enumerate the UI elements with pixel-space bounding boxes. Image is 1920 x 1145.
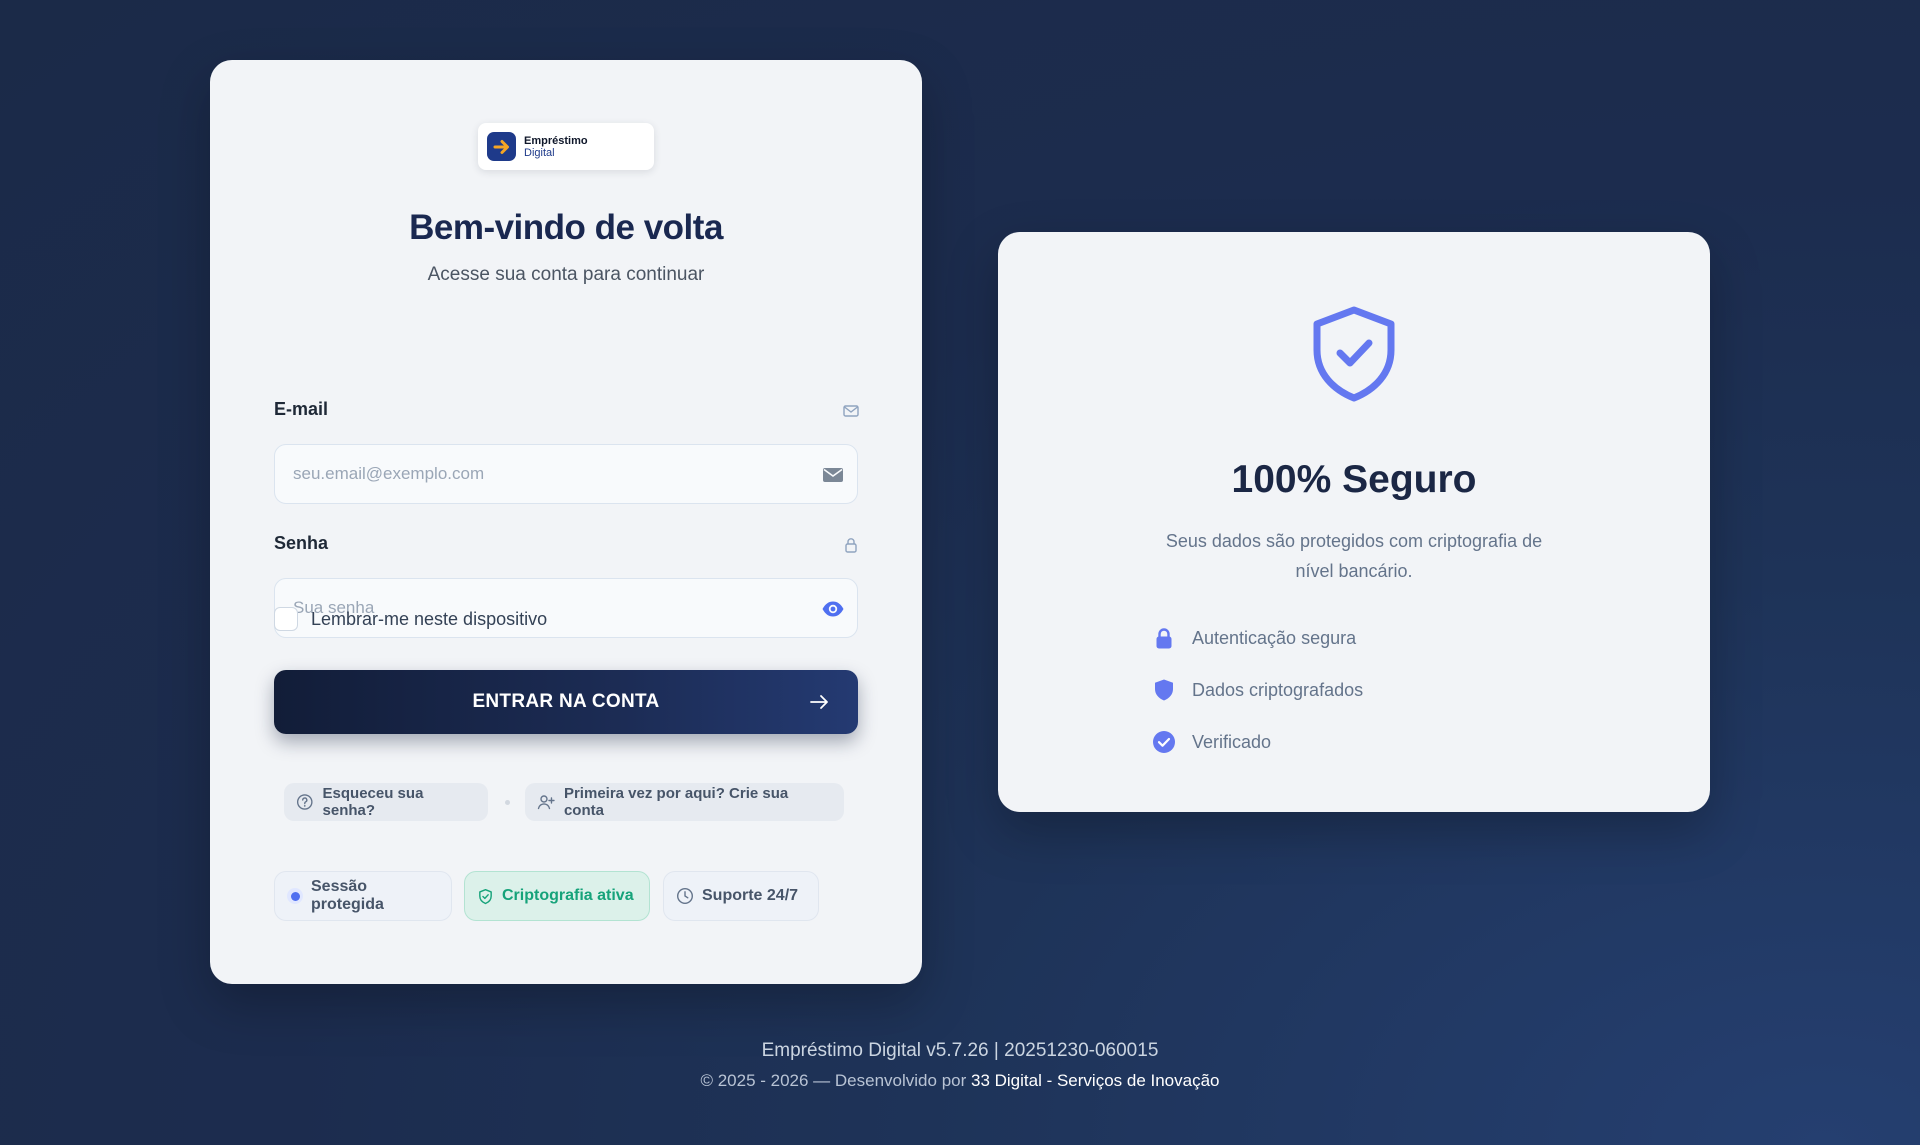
login-card: Empréstimo Digital Bem-vindo de volta Ac… (210, 60, 922, 984)
login-submit-button[interactable]: ENTRAR NA CONTA (274, 670, 858, 734)
eye-icon[interactable] (821, 597, 845, 621)
remember-me[interactable]: Lembrar-me neste dispositivo (274, 607, 547, 631)
email-input[interactable] (275, 445, 857, 503)
forgot-password-link[interactable]: Esqueceu sua senha? (284, 783, 488, 821)
session-status-badge: Sessão protegida (274, 871, 452, 921)
shield-check-icon (1313, 306, 1395, 402)
shield-check-icon (479, 888, 492, 904)
feature-label: Dados criptografados (1192, 679, 1364, 700)
footer-copyright-prefix: © 2025 - 2026 — Desenvolvido por (700, 1071, 971, 1090)
page-subtitle: Acesse sua conta para continuar (427, 264, 705, 285)
brand-name-line2: Digital (524, 146, 555, 159)
page-title: Bem-vindo de volta (409, 208, 723, 247)
remember-label: Lembrar-me neste dispositivo (311, 608, 548, 629)
feature-item: Verificado (1152, 730, 1271, 754)
link-separator (505, 800, 510, 805)
submit-label: ENTRAR NA CONTA (472, 691, 660, 712)
user-plus-icon (537, 795, 555, 810)
password-label: Senha (274, 533, 329, 553)
footer-copyright: © 2025 - 2026 — Desenvolvido por 33 Digi… (0, 1071, 1920, 1091)
clock-icon (676, 887, 694, 905)
feature-item: Autenticação segura (1152, 626, 1356, 650)
security-card: 100% Seguro Seus dados são protegidos co… (998, 232, 1710, 812)
envelope-icon (843, 405, 859, 417)
crypto-status-badge: Criptografia ativa (464, 871, 650, 921)
status-dot-icon (287, 888, 303, 904)
check-circle-icon (1153, 731, 1175, 753)
crypto-status-label: Criptografia ativa (502, 887, 634, 904)
security-title: 100% Seguro (1231, 458, 1477, 501)
support-status-label: Suporte 24/7 (702, 887, 799, 904)
footer-version: Empréstimo Digital v5.7.26 | 20251230-06… (761, 1040, 1159, 1061)
arrow-right-icon (810, 695, 828, 709)
email-field[interactable] (274, 444, 858, 504)
security-description: Seus dados são protegidos com criptograf… (1165, 531, 1543, 581)
feature-label: Autenticação segura (1192, 627, 1357, 648)
arrow-right-logo-icon (487, 132, 516, 161)
feature-item: Dados criptografados (1152, 678, 1363, 702)
forgot-password-label: Esqueceu sua senha? (322, 785, 424, 819)
lock-icon (1156, 628, 1172, 649)
envelope-icon (823, 468, 843, 482)
brand-logo: Empréstimo Digital (478, 123, 654, 170)
feature-label: Verificado (1192, 731, 1272, 752)
footer-company-link[interactable]: 33 Digital - Serviços de Inovação (971, 1071, 1220, 1090)
support-status-badge: Suporte 24/7 (663, 871, 819, 921)
email-label: E-mail (274, 399, 329, 419)
shield-icon (1155, 679, 1173, 701)
brand-name-line1: Empréstimo (524, 134, 588, 147)
lock-icon (845, 538, 857, 553)
session-status-label: Sessão protegida (311, 878, 384, 913)
signup-label: Primeira vez por aqui? Crie sua conta (563, 785, 789, 819)
remember-checkbox[interactable] (274, 607, 298, 631)
signup-link[interactable]: Primeira vez por aqui? Crie sua conta (525, 783, 844, 821)
question-circle-icon (296, 794, 313, 810)
